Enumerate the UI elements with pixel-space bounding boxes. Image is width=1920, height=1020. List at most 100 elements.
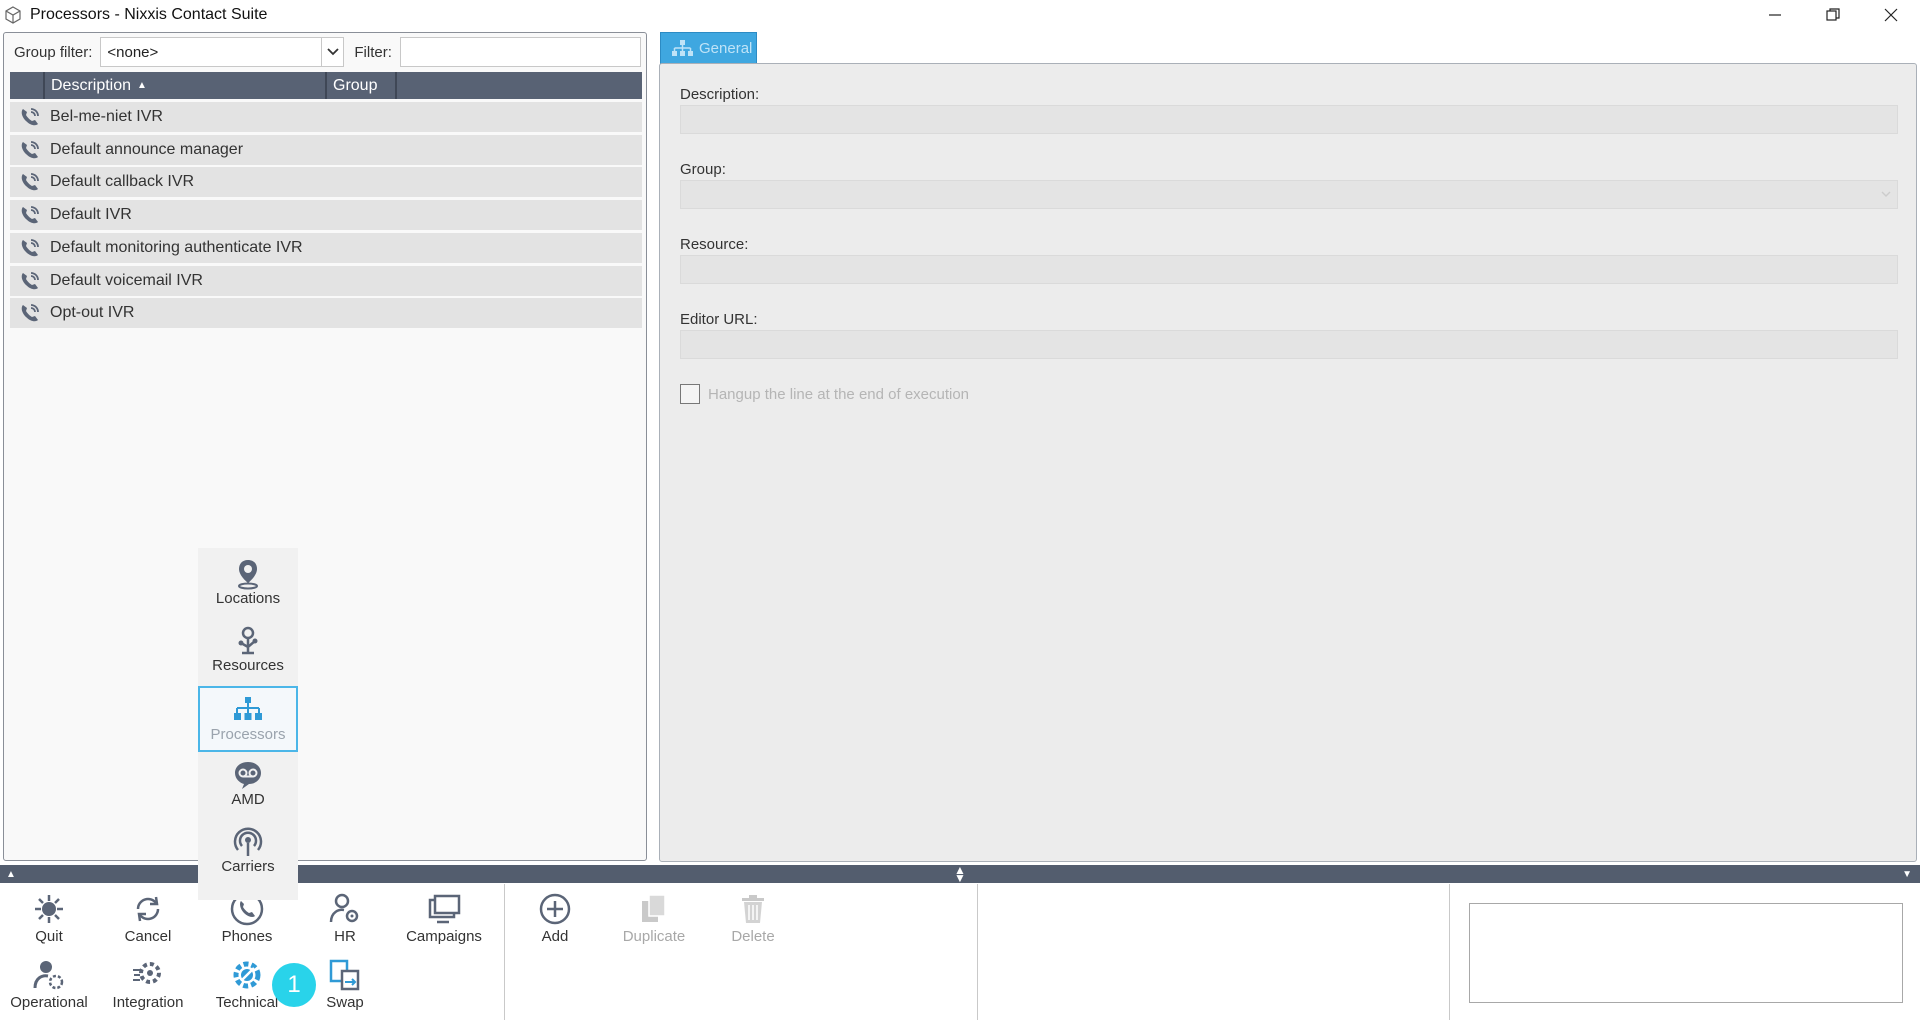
notes-box[interactable] — [1469, 903, 1903, 1003]
resource-field[interactable] — [680, 255, 1898, 284]
phone-ivr-icon — [21, 271, 39, 289]
description-field[interactable] — [680, 105, 1898, 134]
processor-list-panel: Group filter: <none> Filter: Description… — [3, 32, 647, 861]
close-button[interactable] — [1862, 0, 1920, 29]
resources-icon — [238, 626, 258, 655]
table-row[interactable]: Default monitoring authenticate IVR — [10, 232, 642, 263]
group-filter-value: <none> — [107, 43, 159, 61]
trash-icon — [742, 895, 764, 923]
row-icon — [10, 270, 50, 292]
phone-ivr-icon — [21, 108, 39, 126]
title-bar: Processors - Nixxis Contact Suite — [0, 0, 1920, 29]
table-row[interactable]: Default callback IVR — [10, 167, 642, 198]
menu-item-processors[interactable]: Processors — [198, 686, 298, 752]
row-description: Default IVR — [50, 206, 132, 224]
filter-label: Filter: — [354, 43, 392, 61]
hr-people-icon — [329, 893, 359, 923]
resize-handle-icon[interactable]: ▲ ▼ — [954, 864, 966, 884]
phone-ivr-icon — [21, 206, 39, 224]
integration-button[interactable]: Integration — [103, 958, 193, 1011]
add-button[interactable]: Add — [510, 892, 600, 945]
group-filter-select[interactable]: <none> — [100, 37, 345, 67]
quit-icon — [35, 895, 63, 923]
row-icon — [10, 139, 50, 161]
column-header-description[interactable]: Description ▲ — [45, 72, 327, 99]
menu-item-locations[interactable]: Locations — [198, 552, 298, 618]
row-description: Default callback IVR — [50, 173, 195, 191]
voicemail-icon — [235, 762, 261, 789]
integration-icon — [133, 962, 161, 984]
group-filter-label: Group filter: — [14, 43, 93, 61]
phone-ivr-icon — [21, 173, 39, 191]
refresh-icon — [136, 896, 160, 922]
row-description: Opt-out IVR — [50, 304, 135, 322]
editor-url-field[interactable] — [680, 330, 1898, 359]
details-panel: Description: Group: Resource: Editor URL… — [659, 63, 1917, 862]
phone-ivr-icon — [21, 140, 39, 158]
grid-header: Description ▲ Group — [10, 72, 642, 99]
step-badge: 1 — [272, 963, 316, 1007]
row-icon — [10, 106, 50, 128]
add-icon — [539, 893, 571, 925]
row-icon — [10, 204, 50, 226]
table-row[interactable]: Default IVR — [10, 200, 642, 231]
collapse-down-icon[interactable]: ▼ — [1902, 869, 1912, 880]
chevron-down-icon[interactable] — [321, 38, 343, 66]
sort-ascending-icon: ▲ — [137, 80, 147, 91]
campaigns-icon — [428, 894, 461, 924]
technical-icon — [233, 961, 261, 989]
org-chart-icon — [672, 39, 693, 56]
close-icon — [1884, 8, 1898, 21]
phone-ivr-icon — [21, 238, 39, 257]
hr-button[interactable]: HR — [300, 892, 390, 945]
chevron-down-icon — [1881, 191, 1891, 197]
operational-icon — [33, 961, 64, 990]
campaigns-button[interactable]: Campaigns — [399, 892, 489, 945]
tab-general[interactable]: General — [660, 32, 757, 64]
toolbar-divider — [504, 884, 505, 1020]
hangup-label: Hangup the line at the end of execution — [708, 385, 970, 403]
menu-item-resources[interactable]: Resources — [198, 619, 298, 685]
window-title: Processors - Nixxis Contact Suite — [30, 5, 268, 23]
menu-item-carriers[interactable]: Carriers — [198, 820, 298, 886]
row-selector-header[interactable] — [10, 72, 45, 99]
toolbar-divider — [1449, 884, 1450, 1020]
collapse-up-icon[interactable]: ▲ — [6, 869, 16, 880]
row-description: Default monitoring authenticate IVR — [50, 238, 303, 256]
menu-item-amd[interactable]: AMD — [198, 753, 298, 819]
row-description: Default announce manager — [50, 140, 244, 158]
swap-icon — [329, 959, 360, 991]
duplicate-icon — [642, 894, 666, 922]
filter-input[interactable] — [399, 37, 641, 67]
minimize-button[interactable] — [1746, 0, 1804, 29]
row-icon — [10, 302, 50, 324]
restore-button[interactable] — [1804, 0, 1862, 29]
location-pin-icon — [238, 560, 258, 590]
hangup-checkbox[interactable] — [680, 384, 700, 404]
row-icon — [10, 237, 50, 259]
table-row[interactable]: Bel-me-niet IVR — [10, 102, 642, 132]
row-icon — [10, 171, 50, 193]
resource-label: Resource: — [680, 236, 749, 253]
hangup-option[interactable]: Hangup the line at the end of execution — [680, 384, 969, 404]
delete-button[interactable]: Delete — [708, 892, 798, 945]
row-description: Bel-me-niet IVR — [50, 108, 163, 125]
toolbar-divider — [977, 884, 978, 1020]
restore-icon — [1826, 7, 1840, 21]
antenna-icon — [233, 827, 263, 856]
table-row[interactable]: Default announce manager — [10, 134, 642, 165]
duplicate-button[interactable]: Duplicate — [609, 892, 699, 945]
quit-button[interactable]: Quit — [4, 892, 94, 945]
cancel-button[interactable]: Cancel — [103, 892, 193, 945]
phone-ivr-icon — [21, 304, 39, 322]
group-label: Group: — [680, 161, 726, 178]
table-row[interactable]: Opt-out IVR — [10, 298, 642, 329]
minimize-icon — [1769, 13, 1781, 16]
filter-row: Group filter: <none> Filter: — [4, 33, 646, 71]
column-header-group[interactable]: Group — [327, 72, 397, 99]
row-description: Default voicemail IVR — [50, 271, 203, 289]
operational-button[interactable]: Operational — [4, 958, 94, 1011]
table-row[interactable]: Default voicemail IVR — [10, 265, 642, 296]
group-select[interactable] — [680, 180, 1898, 209]
cube-icon — [5, 5, 21, 24]
